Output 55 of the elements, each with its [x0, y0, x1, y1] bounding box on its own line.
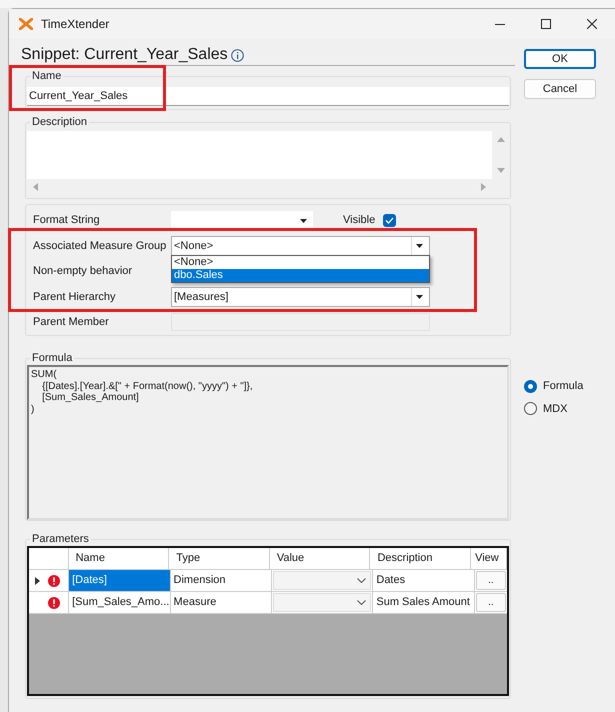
radio-button[interactable] — [524, 402, 537, 416]
table-cell[interactable]: [Dates] — [69, 570, 171, 591]
scroll-right-icon — [481, 183, 486, 191]
column-header[interactable]: Description — [370, 548, 472, 569]
dropdown-option[interactable]: dbo.Sales — [172, 269, 429, 282]
caret-icon — [300, 218, 306, 223]
formula-editor[interactable]: SUM( {[Dates].[Year].&[" + Format(now(), "yyyy") + "]}, [Sum_Sales_Amount] ) — [27, 365, 509, 520]
code-line: {[Dates].[Year].&[" + Format(now(), "yyyy") + "]}, — [41, 380, 254, 392]
field-label: Visible — [343, 213, 376, 228]
dialog-button[interactable]: OK — [524, 49, 596, 69]
column-header[interactable]: View — [471, 548, 507, 569]
info-icon — [230, 48, 244, 62]
scroll-down-icon — [496, 168, 504, 173]
name-field[interactable]: Current_Year_Sales — [27, 87, 509, 106]
code-line: SUM( — [31, 369, 58, 380]
close-icon — [587, 19, 597, 29]
dropdown-field[interactable] — [171, 210, 313, 231]
radio-button[interactable] — [524, 380, 537, 393]
dropdown-field[interactable]: <None> — [171, 236, 430, 256]
code-line: ) — [31, 404, 36, 415]
caret-icon — [416, 244, 423, 248]
dropdown-field[interactable]: [Measures] — [171, 286, 430, 307]
caret-icon — [416, 294, 423, 299]
window-title: TimeXtender — [41, 16, 110, 33]
field-label: Parent Hierarchy — [33, 290, 117, 305]
column-header[interactable]: Name — [68, 548, 170, 569]
view-button[interactable]: .. — [476, 593, 506, 612]
dropdown-option[interactable]: <None> — [172, 256, 429, 270]
maximize-icon — [541, 19, 551, 29]
scroll-left-icon — [33, 183, 38, 191]
visible-checkbox[interactable] — [383, 214, 396, 228]
field-label: Associated Measure Group — [33, 238, 168, 254]
table-cell: Sum Sales Amount — [373, 592, 475, 613]
field-label: Format String — [33, 213, 101, 228]
field-label: Parent Member — [33, 315, 110, 330]
field-label: Non-empty behavior — [33, 264, 134, 280]
code-line: [Sum_Sales_Amount] — [41, 392, 140, 404]
scroll-up-icon — [496, 137, 504, 142]
table-cell: Dates — [373, 570, 475, 591]
radio-label: MDX — [543, 402, 568, 416]
chevron-down-icon — [357, 578, 366, 583]
table-cell: Dimension — [170, 570, 272, 591]
group-label: Description — [30, 115, 90, 129]
table-cell[interactable]: [Sum_Sales_Amo... — [69, 592, 171, 613]
radio-label: Formula — [543, 379, 584, 394]
current-row-icon — [35, 576, 40, 584]
chevron-down-icon — [357, 600, 366, 605]
snippet-title: Snippet: Current_Year_Sales — [21, 46, 228, 64]
column-header[interactable]: Type — [169, 548, 270, 569]
table-cell: Measure — [170, 592, 272, 613]
check-icon — [385, 217, 394, 224]
dialog-button[interactable]: Cancel — [524, 79, 596, 99]
column-header[interactable]: Value — [270, 548, 370, 569]
x-logo-icon — [19, 18, 33, 30]
view-button[interactable]: .. — [476, 571, 506, 590]
